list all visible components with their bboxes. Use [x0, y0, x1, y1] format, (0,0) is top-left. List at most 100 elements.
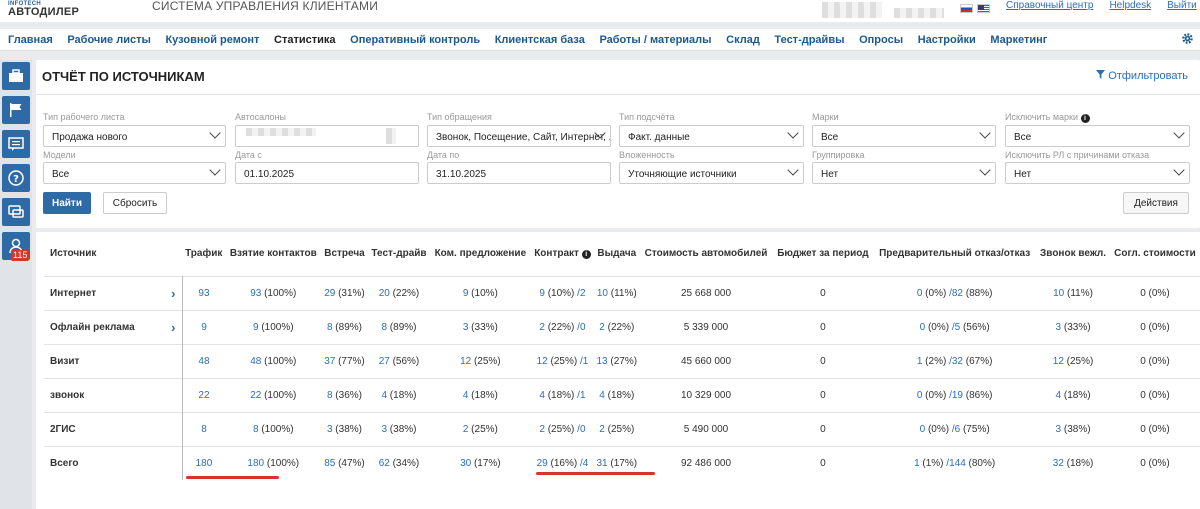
brands-select[interactable]: Все [812, 125, 996, 147]
table-cell[interactable]: 22 [182, 377, 226, 412]
table-cell[interactable]: 8 (89%) [367, 309, 431, 344]
table-cell[interactable]: 9 (10%) [430, 275, 531, 310]
briefcase-icon[interactable] [2, 62, 30, 90]
cell-link[interactable]: 3 (33%) [1056, 322, 1091, 333]
cell-link[interactable]: 12 (25%) [460, 356, 501, 367]
cell-link[interactable]: 2 (22%) /0 [539, 322, 585, 333]
cell-link[interactable]: 8 [201, 424, 207, 435]
cell-link[interactable]: 10 (11%) [1053, 288, 1093, 299]
worksheet-type-select[interactable]: Продажа нового [43, 125, 226, 147]
gear-icon[interactable] [1181, 32, 1194, 45]
grouping-select[interactable]: Нет [812, 162, 996, 184]
cell-link[interactable]: 0 (0%) /19 (86%) [917, 390, 993, 401]
nav-body-repair[interactable]: Кузовной ремонт [165, 34, 259, 46]
calc-type-select[interactable]: Факт. данные [619, 125, 804, 147]
chevron-right-icon[interactable]: › [171, 286, 175, 301]
find-button[interactable]: Найти [43, 192, 91, 214]
date-to-input[interactable]: 31.10.2025 [427, 162, 611, 184]
table-cell[interactable]: 8 [182, 411, 226, 446]
table-cell[interactable]: 2 (25%) /0 [530, 411, 595, 446]
table-cell[interactable]: 62 (34%) [367, 445, 431, 480]
russian-flag-icon[interactable] [960, 4, 973, 13]
nav-operational-control[interactable]: Оперативный контроль [350, 34, 480, 46]
table-cell[interactable]: 3 (33%) [430, 309, 531, 344]
chat-icon[interactable] [2, 198, 30, 226]
cell-link[interactable]: 2 (22%) [599, 322, 634, 333]
cell-link[interactable]: 4 (18%) [599, 390, 634, 401]
table-cell[interactable]: 12 (25%) [430, 343, 531, 378]
col-header-meeting[interactable]: Встреча [321, 232, 368, 276]
nesting-select[interactable]: Уточняющие источники [619, 162, 804, 184]
table-cell[interactable]: 9 (100%) [225, 309, 322, 344]
table-cell[interactable]: 32 (18%) [1036, 445, 1110, 480]
table-cell[interactable]: 1 (2%) /32 (67%) [873, 343, 1037, 378]
dealers-select[interactable] [235, 125, 419, 147]
col-header-traffic[interactable]: Трафик [182, 232, 225, 276]
col-header-cost-approval[interactable]: Согл. стоимости [1110, 232, 1200, 276]
table-cell[interactable]: 3 (33%) [1036, 309, 1110, 344]
table-cell[interactable]: 12 (25%) [1036, 343, 1110, 378]
cell-link[interactable]: 180 [196, 458, 213, 469]
table-cell[interactable]: 9 (10%) /2 [530, 275, 595, 310]
table-cell[interactable]: 48 [182, 343, 226, 378]
models-select[interactable]: Все [43, 162, 226, 184]
table-cell[interactable]: 13 (27%) [594, 343, 640, 378]
nav-worksheets[interactable]: Рабочие листы [67, 34, 151, 46]
col-header-test-drive[interactable]: Тест-драйв [368, 232, 430, 276]
table-cell[interactable]: 4 (18%) [367, 377, 431, 412]
table-cell[interactable]: 22 (100%) [225, 377, 322, 412]
cell-link[interactable]: 13 (27%) [597, 356, 638, 367]
exclude-brands-select[interactable]: Все [1005, 125, 1190, 147]
cell-link[interactable]: 10 (11%) [597, 288, 637, 299]
cell-link[interactable]: 8 (89%) [381, 322, 416, 333]
cell-link[interactable]: 9 [201, 322, 207, 333]
cell-link[interactable]: 27 (56%) [379, 356, 420, 367]
cell-link[interactable]: 9 (10%) /2 [539, 288, 585, 299]
info-icon[interactable]: i [581, 250, 591, 260]
cell-link[interactable]: 2 (25%) [463, 424, 498, 435]
table-cell[interactable]: 93 [182, 275, 226, 310]
nav-works-materials[interactable]: Работы / материалы [599, 34, 711, 46]
cell-link[interactable]: 4 (18%) [381, 390, 416, 401]
table-cell[interactable]: 0 (0%) /6 (75%) [873, 411, 1037, 446]
actions-button[interactable]: Действия [1123, 192, 1189, 214]
cell-link[interactable]: 0 (0%) /5 (56%) [920, 322, 990, 333]
table-cell[interactable]: 2 (25%) [430, 411, 531, 446]
filter-toggle[interactable]: Отфильтровать [1096, 70, 1188, 82]
cell-link[interactable]: 1 (1%) /144 (80%) [914, 458, 995, 469]
cell-link[interactable]: 20 (22%) [379, 288, 420, 299]
table-cell[interactable]: 3 (38%) [1036, 411, 1110, 446]
cell-link[interactable]: 85 (47%) [324, 458, 365, 469]
table-cell[interactable]: 9 [182, 309, 226, 344]
cell-link[interactable]: 9 (100%) [253, 322, 294, 333]
table-cell[interactable]: 85 (47%) [321, 445, 368, 480]
table-cell[interactable]: 0 (0%) /19 (86%) [873, 377, 1037, 412]
nav-client-base[interactable]: Клиентская база [495, 34, 585, 46]
col-header-budget[interactable]: Бюджет за период [773, 232, 873, 276]
cell-link[interactable]: 8 (100%) [253, 424, 294, 435]
table-cell[interactable]: 10 (11%) [1036, 275, 1110, 310]
table-cell[interactable]: 0 (0%) /5 (56%) [873, 309, 1037, 344]
table-cell[interactable]: 180 (100%) [225, 445, 322, 480]
helpdesk-link[interactable]: Helpdesk [1109, 0, 1151, 11]
nav-statistics[interactable]: Статистика [274, 34, 336, 46]
nav-home[interactable]: Главная [8, 34, 53, 46]
table-cell[interactable]: 8 (100%) [225, 411, 322, 446]
cell-link[interactable]: 2 (25%) [599, 424, 634, 435]
cell-link[interactable]: 0 (0%) /6 (75%) [920, 424, 990, 435]
cell-link[interactable]: 9 (10%) [463, 288, 498, 299]
cell-link[interactable]: 12 (25%) [1053, 356, 1094, 367]
language-switcher[interactable] [960, 4, 990, 13]
logout-link[interactable]: Выйти [1167, 0, 1197, 11]
cell-link[interactable]: 29 (16%) /4 [537, 458, 589, 469]
source-cell[interactable]: Интернет › [44, 275, 183, 310]
col-header-delivery[interactable]: Выдача [594, 232, 639, 276]
info-icon[interactable]: i [1080, 114, 1090, 123]
cell-link[interactable]: 4 (18%) /1 [539, 390, 585, 401]
table-cell[interactable]: 8 (89%) [321, 309, 368, 344]
col-header-offer[interactable]: Ком. предложение [430, 232, 531, 276]
nav-marketing[interactable]: Маркетинг [990, 34, 1047, 46]
english-flag-icon[interactable] [977, 4, 990, 13]
reset-button[interactable]: Сбросить [103, 192, 167, 214]
cell-link[interactable]: 1 (2%) /32 (67%) [917, 356, 993, 367]
